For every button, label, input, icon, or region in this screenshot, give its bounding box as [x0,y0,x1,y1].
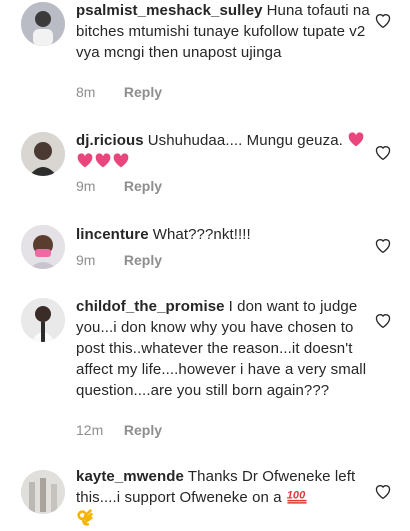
reply-button[interactable]: Reply [124,422,162,438]
comment-timestamp: 8m [76,84,96,100]
comment-timestamp: 9m [76,252,96,268]
comment-username[interactable]: dj.ricious [76,132,144,149]
person-icon [21,470,65,514]
reply-button[interactable]: Reply [124,84,162,100]
svg-text:100: 100 [287,489,306,501]
heart-outline-icon[interactable] [373,482,393,500]
person-icon [21,225,65,269]
ok-hand-icon [77,509,93,526]
comment-text: childof_the_promise I don want to judge y… [76,296,372,401]
avatar[interactable] [21,298,65,342]
comment-timestamp: 12m [76,422,104,438]
person-icon [21,132,65,176]
avatar[interactable] [21,132,65,176]
comment-username[interactable]: kayte_mwende [76,468,184,485]
comment-body: Ushuhudaa.... Mungu geuza. [147,132,343,149]
comment-username[interactable]: childof_the_promise [76,298,225,315]
pink-heart-icon [113,153,129,168]
reply-button[interactable]: Reply [124,178,162,194]
avatar[interactable] [21,225,65,269]
heart-outline-icon[interactable] [373,236,393,254]
comment-username[interactable]: psalmist_meshack_sulley [76,2,263,19]
reply-button[interactable]: Reply [124,252,162,268]
avatar[interactable] [21,2,65,46]
avatar[interactable] [21,470,65,514]
comment-text: lincenture What???nkt!!!! [76,224,372,245]
comment-meta: 9m Reply [76,178,162,194]
pink-heart-icon [77,153,93,168]
comment-username[interactable]: lincenture [76,226,149,243]
comment-text: psalmist_meshack_sulley Huna tofauti na b… [76,0,372,63]
comment-meta: 9m Reply [76,252,162,268]
pink-heart-icon [348,132,364,147]
heart-outline-icon[interactable] [373,11,393,29]
comment-timestamp: 9m [76,178,96,194]
heart-outline-icon[interactable] [373,143,393,161]
comment-text: kayte_mwende Thanks Dr Ofweneke left this… [76,466,372,530]
person-icon [21,298,65,342]
heart-outline-icon[interactable] [373,311,393,329]
pink-heart-icon [95,153,111,168]
comment-body: What???nkt!!!! [152,226,251,243]
hundred-points-icon: 100 [287,489,307,504]
comment-text: dj.ricious Ushuhudaa.... Mungu geuza. [76,130,372,172]
comment-meta: 8m Reply [76,84,162,100]
person-icon [21,2,65,46]
comment-meta: 12m Reply [76,422,162,438]
